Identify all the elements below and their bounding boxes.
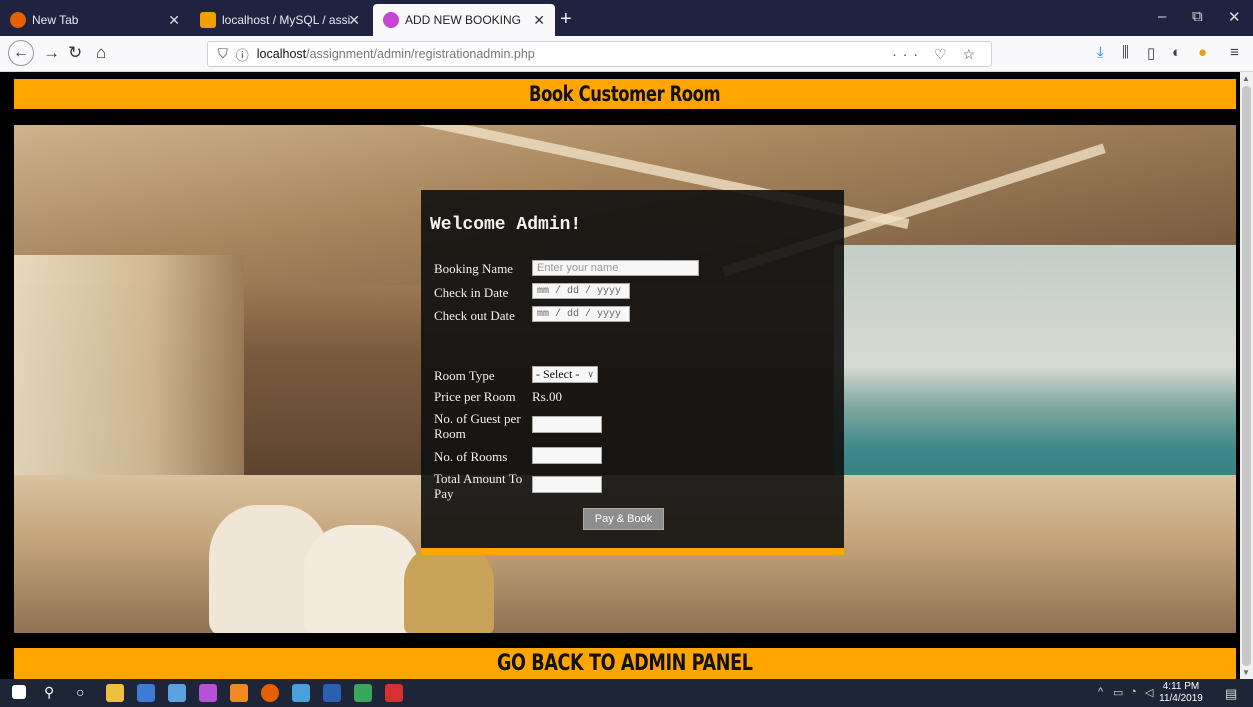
- card-accent-bar: [421, 548, 844, 555]
- browser-tab-bar: New Tab ✕ localhost / MySQL / assignmen …: [0, 0, 1253, 36]
- url-host: localhost: [256, 47, 307, 61]
- checkout-date-input[interactable]: mm / dd / yyyy: [532, 306, 630, 322]
- windows-start-icon[interactable]: [12, 685, 26, 699]
- windows-taskbar: ⚲ ○ ^ ▭ ◔ ◁ 4:11 PM 11/4/2019 ▤: [0, 679, 1253, 707]
- addon-icon[interactable]: ●: [1198, 44, 1207, 61]
- page-actions-icons[interactable]: ··· ♡ ☆: [892, 46, 981, 63]
- price-per-room-value: Rs.00: [532, 389, 562, 404]
- tab-add-new-booking[interactable]: ADD NEW BOOKING ✕: [373, 4, 555, 36]
- page-viewport: Book Customer Room Welcome Admin! Bookin…: [0, 72, 1240, 679]
- app-icon[interactable]: [292, 684, 310, 702]
- page-title: Book Customer Room: [529, 82, 721, 106]
- checkin-date-input[interactable]: mm / dd / yyyy: [532, 283, 630, 299]
- scrollbar-thumb[interactable]: [1242, 86, 1251, 666]
- clock-date: 11/4/2019: [1159, 693, 1203, 704]
- firefox-icon: [10, 12, 26, 28]
- close-window-icon[interactable]: ✕: [1228, 8, 1241, 26]
- app-icon[interactable]: [137, 684, 155, 702]
- booking-name-label: Booking Name: [434, 261, 514, 276]
- page-favicon-icon: [383, 12, 399, 28]
- url-path: /assignment/admin/registrationadmin.php: [306, 47, 535, 61]
- menu-icon[interactable]: ≡: [1230, 44, 1239, 61]
- form-heading: Welcome Admin!: [430, 215, 582, 235]
- extension-icon[interactable]: ◐: [1172, 44, 1181, 61]
- close-tab-icon[interactable]: ✕: [533, 12, 545, 29]
- sublime-icon[interactable]: [230, 684, 248, 702]
- restore-icon[interactable]: ⧉: [1192, 8, 1203, 25]
- no-of-rooms-label: No. of Rooms: [434, 449, 508, 464]
- price-per-room-label: Price per Room: [434, 389, 516, 404]
- url-bar[interactable]: ⛉ ⓘ localhost/assignment/admin/registrat…: [207, 41, 992, 67]
- app-icon[interactable]: [199, 684, 217, 702]
- room-type-label: Room Type: [434, 368, 495, 383]
- vertical-scrollbar[interactable]: ▲ ▼: [1240, 72, 1253, 679]
- library-icon[interactable]: ⫼: [1122, 44, 1129, 61]
- chevron-down-icon: ∨: [587, 369, 594, 379]
- system-clock[interactable]: 4:11 PM 11/4/2019: [1158, 681, 1204, 705]
- battery-icon[interactable]: ▭: [1113, 686, 1123, 699]
- page-title-banner: Book Customer Room: [14, 79, 1236, 109]
- firefox-taskbar-icon[interactable]: [261, 684, 279, 702]
- notifications-icon[interactable]: ▤: [1225, 686, 1237, 702]
- tab-label: localhost / MySQL / assignmen: [222, 13, 350, 27]
- total-amount-label: Total Amount To Pay: [434, 471, 523, 501]
- download-icon[interactable]: ⤓: [1097, 44, 1104, 61]
- booking-form-card: Welcome Admin! Booking Name Enter your n…: [421, 190, 844, 555]
- pillow: [304, 525, 419, 633]
- scroll-down-icon[interactable]: ▼: [1242, 668, 1250, 677]
- phpmyadmin-icon: [200, 12, 216, 28]
- search-icon[interactable]: ⚲: [44, 684, 54, 701]
- guests-per-room-input[interactable]: [532, 416, 602, 433]
- reload-icon[interactable]: ↻: [68, 43, 82, 63]
- word-icon[interactable]: [323, 684, 341, 702]
- checkin-date-label: Check in Date: [434, 285, 509, 300]
- info-icon[interactable]: ⓘ: [236, 45, 249, 64]
- back-to-admin-panel-label: GO BACK TO ADMIN PANEL: [497, 651, 753, 676]
- back-to-admin-panel-button[interactable]: GO BACK TO ADMIN PANEL: [14, 648, 1236, 679]
- file-explorer-icon[interactable]: [106, 684, 124, 702]
- scroll-up-icon[interactable]: ▲: [1242, 74, 1250, 83]
- minimize-icon[interactable]: –: [1158, 8, 1166, 25]
- sidebar-icon[interactable]: ▯: [1147, 44, 1155, 62]
- tab-label: ADD NEW BOOKING: [405, 13, 522, 27]
- tab-new-tab[interactable]: New Tab ✕: [0, 4, 190, 36]
- guests-per-room-label: No. of Guest per Room: [434, 411, 521, 441]
- close-tab-icon[interactable]: ✕: [168, 12, 180, 29]
- app-icon[interactable]: [168, 684, 186, 702]
- room-type-selected: - Select -: [536, 367, 580, 381]
- booking-name-input[interactable]: Enter your name: [532, 260, 699, 276]
- pillow: [404, 545, 494, 633]
- pay-and-book-button[interactable]: Pay & Book: [583, 508, 664, 530]
- forward-arrow-icon[interactable]: →: [43, 43, 60, 63]
- clock-time: 4:11 PM: [1162, 681, 1200, 692]
- app-icon[interactable]: [354, 684, 372, 702]
- volume-icon[interactable]: ◁: [1145, 686, 1153, 699]
- checkout-date-label: Check out Date: [434, 308, 515, 323]
- close-tab-icon[interactable]: ✕: [348, 12, 360, 29]
- new-tab-plus-icon[interactable]: +: [560, 8, 572, 31]
- task-view-icon[interactable]: ○: [76, 684, 84, 700]
- wifi-icon[interactable]: ◔: [1130, 686, 1137, 698]
- tab-phpmyadmin[interactable]: localhost / MySQL / assignmen ✕: [190, 4, 370, 36]
- tab-label: New Tab: [32, 13, 79, 27]
- total-amount-input[interactable]: [532, 476, 602, 493]
- no-of-rooms-input[interactable]: [532, 447, 602, 464]
- home-icon[interactable]: ⌂: [96, 43, 106, 63]
- show-hidden-icons-icon[interactable]: ^: [1098, 686, 1103, 698]
- back-arrow-icon[interactable]: ←: [8, 40, 34, 66]
- pdf-reader-icon[interactable]: [385, 684, 403, 702]
- shield-icon[interactable]: ⛉: [218, 46, 228, 62]
- browser-nav-bar: ← → ↻ ⌂ ⛉ ⓘ localhost/assignment/admin/r…: [0, 36, 1253, 72]
- room-type-select[interactable]: - Select - ∨: [532, 366, 598, 383]
